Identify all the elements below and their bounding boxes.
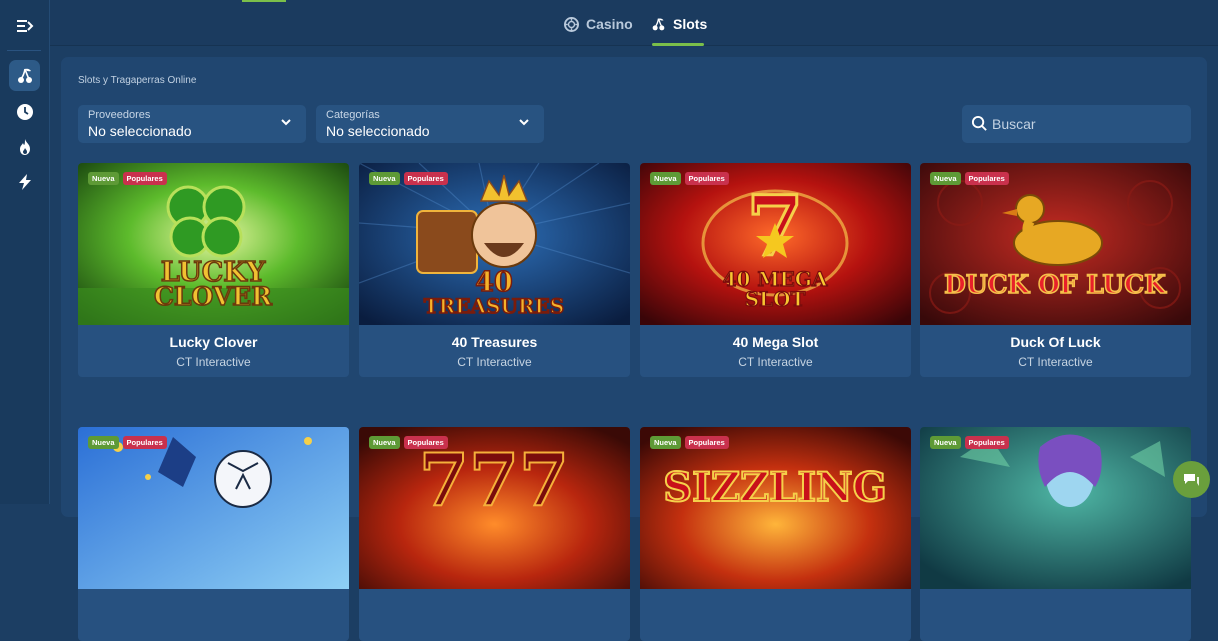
search-input[interactable]: Buscar xyxy=(962,105,1191,143)
svg-text:CLOVER: CLOVER xyxy=(154,282,272,311)
badge-new: Nueva xyxy=(650,436,681,449)
game-provider: CT Interactive xyxy=(176,355,251,369)
game-provider: CT Interactive xyxy=(457,355,532,369)
providers-label: Proveedores xyxy=(88,109,151,121)
game-thumbnail[interactable] xyxy=(78,427,349,589)
game-provider: CT Interactive xyxy=(1018,355,1093,369)
badge-new: Nueva xyxy=(650,172,681,185)
search-icon xyxy=(971,115,987,131)
game-thumbnail[interactable]: 777 xyxy=(359,427,630,589)
main-content: Slots y Tragaperras Online Proveedores N… xyxy=(61,57,1207,641)
game-badges: Nueva Populares xyxy=(930,436,1009,449)
badge-new: Nueva xyxy=(88,436,119,449)
game-card[interactable]: Nueva Populares xyxy=(920,427,1191,641)
sidebar-item-slots[interactable] xyxy=(9,60,40,91)
game-thumbnail[interactable]: SIZZLING xyxy=(640,427,911,589)
badge-new: Nueva xyxy=(88,172,119,185)
sidebar-divider xyxy=(7,50,41,51)
cherries-icon xyxy=(17,68,32,83)
game-thumbnail[interactable]: 7 40 MEGA SLOT xyxy=(640,163,911,325)
chat-button[interactable] xyxy=(1173,461,1210,498)
svg-text:TREASURES: TREASURES xyxy=(424,294,564,318)
clock-icon xyxy=(16,103,33,120)
badge-popular: Populares xyxy=(403,436,448,449)
game-thumbnail[interactable]: DUCK OF LUCK xyxy=(920,163,1191,325)
game-provider: CT Interactive xyxy=(738,355,813,369)
badge-popular: Populares xyxy=(964,172,1009,185)
sidebar xyxy=(0,0,50,504)
badge-popular: Populares xyxy=(684,436,729,449)
tab-casino[interactable]: Casino xyxy=(564,14,633,34)
badge-popular: Populares xyxy=(684,172,729,185)
active-tab-indicator xyxy=(652,43,704,46)
game-title: 40 Mega Slot xyxy=(732,334,819,350)
badge-popular: Populares xyxy=(122,436,167,449)
cherries-icon xyxy=(652,17,665,30)
game-badges: Nueva Populares xyxy=(650,172,729,185)
categories-label: Categorías xyxy=(326,109,380,121)
game-thumbnail[interactable] xyxy=(920,427,1191,589)
categories-dropdown[interactable]: Categorías No seleccionado xyxy=(316,105,544,143)
page-title: Slots y Tragaperras Online xyxy=(78,75,197,86)
svg-text:777: 777 xyxy=(419,437,569,522)
svg-text:DUCK OF LUCK: DUCK OF LUCK xyxy=(944,270,1167,299)
sidebar-item-recent[interactable] xyxy=(9,96,40,127)
game-badges: Nueva Populares xyxy=(369,172,448,185)
game-thumbnail[interactable]: 40 TREASURES xyxy=(359,163,630,325)
top-accent-line xyxy=(242,0,286,2)
providers-value: No seleccionado xyxy=(88,123,192,139)
badge-popular: Populares xyxy=(403,172,448,185)
providers-dropdown[interactable]: Proveedores No seleccionado xyxy=(78,105,306,143)
game-card[interactable]: DUCK OF LUCK Nueva Populares Duck Of Luc… xyxy=(920,163,1191,377)
fire-icon xyxy=(19,138,30,155)
menu-arrow-icon xyxy=(16,19,33,32)
game-thumbnail[interactable]: LUCKY CLOVER xyxy=(78,163,349,325)
search-placeholder: Buscar xyxy=(992,116,1036,132)
game-card[interactable]: LUCKY CLOVER Nueva Populares Lucky Clove… xyxy=(78,163,349,377)
menu-toggle-button[interactable] xyxy=(9,10,40,41)
game-badges: Nueva Populares xyxy=(88,172,167,185)
chevron-down-icon xyxy=(281,119,291,126)
chat-bubble-icon xyxy=(1183,473,1199,486)
tab-slots-label: Slots xyxy=(673,16,708,32)
badge-new: Nueva xyxy=(369,172,400,185)
lightning-icon xyxy=(18,173,31,190)
badge-new: Nueva xyxy=(369,436,400,449)
game-card[interactable]: SIZZLING Nueva Populares xyxy=(640,427,911,641)
badge-popular: Populares xyxy=(122,172,167,185)
tab-casino-label: Casino xyxy=(586,16,633,32)
game-title: Duck Of Luck xyxy=(1010,334,1101,350)
game-card[interactable]: Nueva Populares xyxy=(78,427,349,641)
sidebar-item-hot[interactable] xyxy=(9,131,40,162)
casino-chip-icon xyxy=(564,16,579,32)
categories-value: No seleccionado xyxy=(326,123,430,139)
tab-slots[interactable]: Slots xyxy=(651,14,707,34)
game-badges: Nueva Populares xyxy=(930,172,1009,185)
game-title: 40 Treasures xyxy=(451,334,538,350)
badge-new: Nueva xyxy=(930,172,961,185)
game-badges: Nueva Populares xyxy=(88,436,167,449)
top-navigation: Casino Slots xyxy=(50,0,1218,46)
game-badges: Nueva Populares xyxy=(369,436,448,449)
game-card[interactable]: 7 40 MEGA SLOT Nueva Populares 40 Mega S… xyxy=(640,163,911,377)
game-card[interactable]: 777 Nueva Populares xyxy=(359,427,630,641)
svg-text:SLOT: SLOT xyxy=(745,287,806,311)
sidebar-item-fast[interactable] xyxy=(9,166,40,197)
game-card[interactable]: 40 TREASURES Nueva Populares 40 Treasure… xyxy=(359,163,630,377)
badge-new: Nueva xyxy=(930,436,961,449)
chevron-down-icon xyxy=(519,119,529,126)
game-badges: Nueva Populares xyxy=(650,436,729,449)
badge-popular: Populares xyxy=(964,436,1009,449)
game-title: Lucky Clover xyxy=(169,334,258,350)
